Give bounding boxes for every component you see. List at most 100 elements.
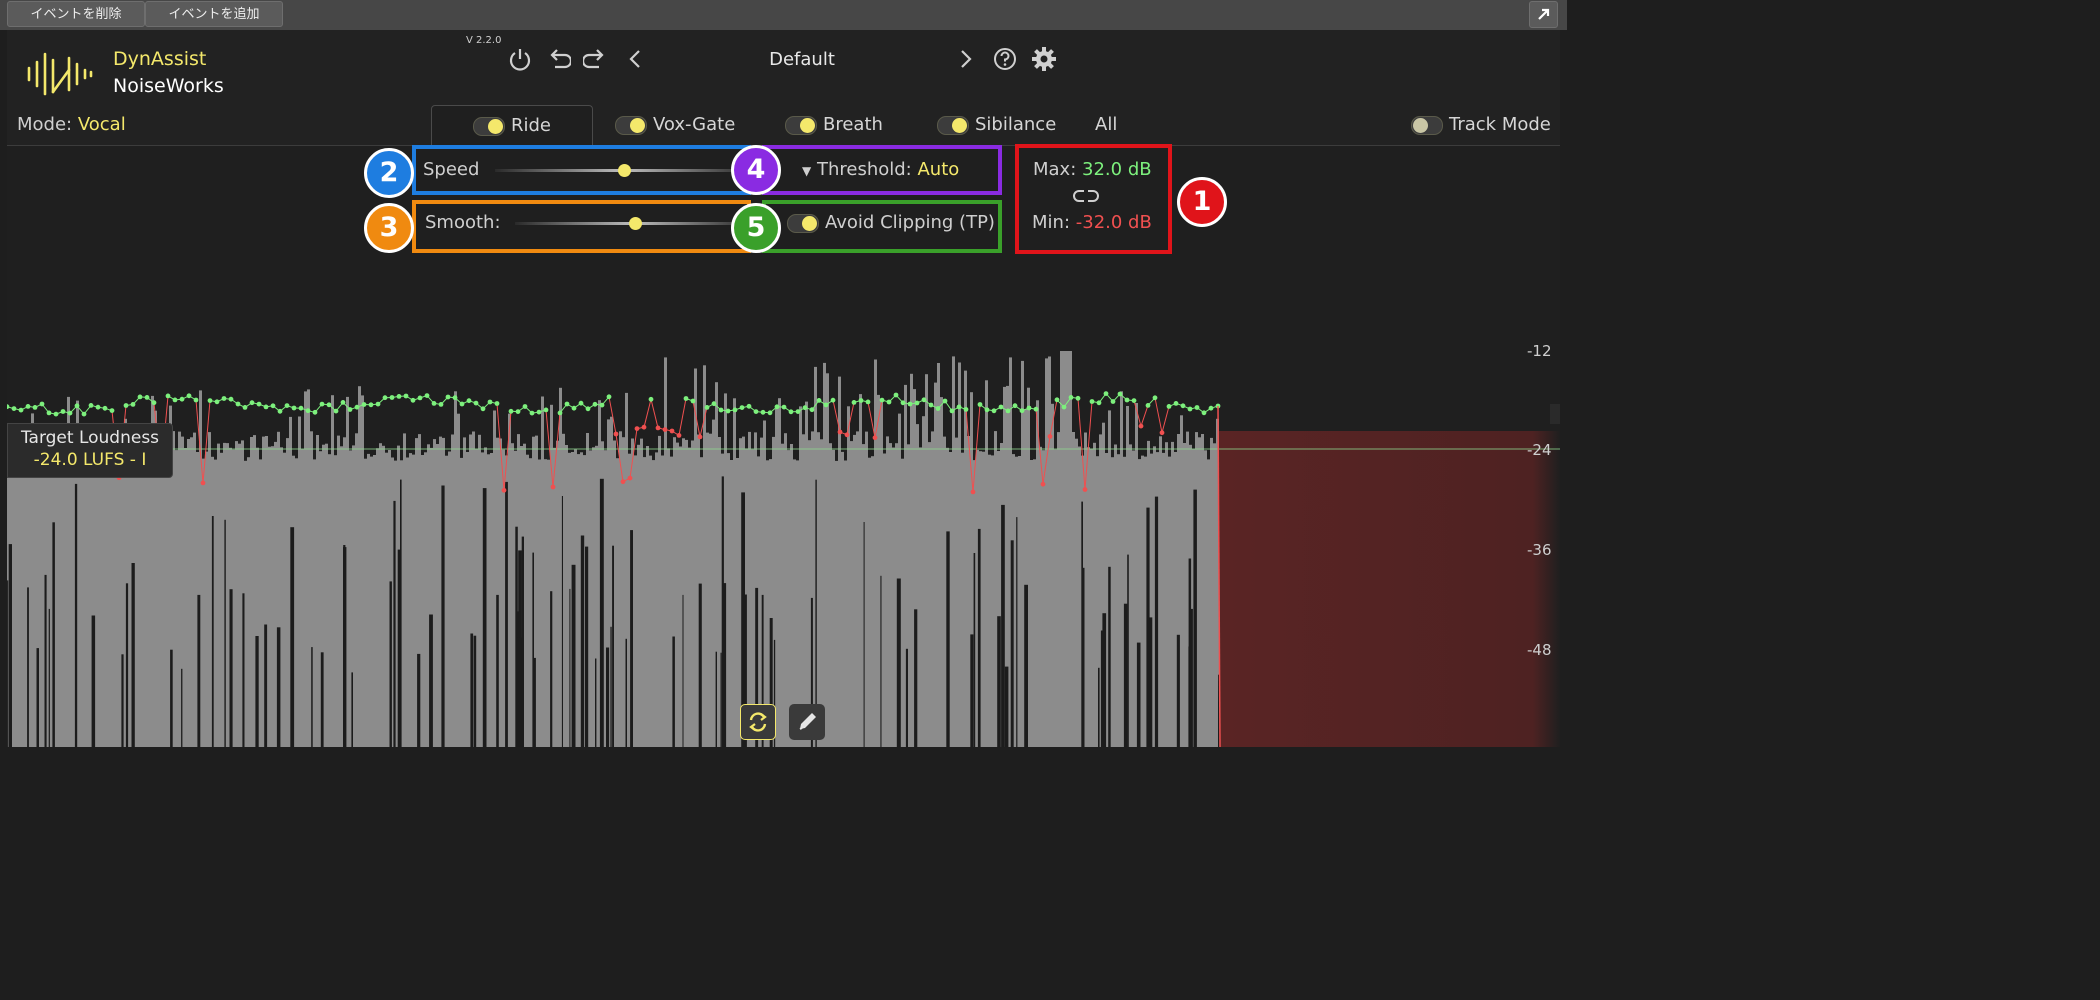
gain-point[interactable] xyxy=(1110,399,1116,404)
gain-point[interactable] xyxy=(1089,399,1095,404)
gain-point[interactable] xyxy=(172,397,178,403)
gain-point[interactable] xyxy=(837,429,843,435)
gain-point[interactable] xyxy=(46,410,52,416)
mode-selector[interactable]: Mode: Vocal xyxy=(17,114,126,135)
gain-point[interactable] xyxy=(1152,395,1158,401)
gain-point[interactable] xyxy=(361,402,367,407)
gain-point[interactable] xyxy=(1180,403,1186,409)
gain-point[interactable] xyxy=(998,404,1004,410)
gain-point[interactable] xyxy=(11,406,17,411)
track-mode-switch[interactable]: Track Mode xyxy=(1411,105,1551,145)
gain-point[interactable] xyxy=(627,475,633,481)
gain-point[interactable] xyxy=(1173,401,1179,406)
gain-point[interactable] xyxy=(774,404,780,410)
gain-point[interactable] xyxy=(81,411,87,417)
gain-point[interactable] xyxy=(690,398,696,404)
gain-point[interactable] xyxy=(480,406,486,412)
gain-point[interactable] xyxy=(466,398,472,404)
gain-point[interactable] xyxy=(697,434,703,440)
gain-point[interactable] xyxy=(410,397,416,403)
gain-point[interactable] xyxy=(1201,410,1207,416)
gain-point[interactable] xyxy=(711,401,717,407)
ride-toggle[interactable] xyxy=(472,116,505,136)
gain-point[interactable] xyxy=(501,487,507,493)
gain-point[interactable] xyxy=(823,402,829,408)
gain-point[interactable] xyxy=(431,401,437,406)
gain-point[interactable] xyxy=(935,406,941,411)
gain-point[interactable] xyxy=(865,399,871,405)
gain-point[interactable] xyxy=(851,400,857,405)
gain-point[interactable] xyxy=(760,409,766,415)
gain-point[interactable] xyxy=(137,394,143,400)
gain-point[interactable] xyxy=(1082,487,1088,492)
gain-point[interactable] xyxy=(977,402,983,407)
tab-sibilance[interactable]: Sibilance xyxy=(937,105,1056,145)
gain-point[interactable] xyxy=(1187,406,1193,412)
gain-point[interactable] xyxy=(1194,405,1200,410)
gain-point[interactable] xyxy=(606,394,612,400)
gain-point[interactable] xyxy=(543,407,549,413)
gain-point[interactable] xyxy=(144,395,150,400)
gain-point[interactable] xyxy=(970,489,976,495)
gain-point[interactable] xyxy=(781,404,787,410)
gain-point[interactable] xyxy=(746,403,752,409)
undo-icon[interactable] xyxy=(545,46,571,72)
gain-point[interactable] xyxy=(893,392,899,398)
gain-point[interactable] xyxy=(732,407,738,413)
gain-point[interactable] xyxy=(389,395,395,400)
gain-point[interactable] xyxy=(487,399,493,405)
gain-point[interactable] xyxy=(123,403,129,408)
gain-point[interactable] xyxy=(221,396,227,401)
gain-point[interactable] xyxy=(109,408,115,413)
gain-point[interactable] xyxy=(991,408,997,414)
gain-point[interactable] xyxy=(767,410,773,416)
gain-point[interactable] xyxy=(1166,404,1172,409)
gain-point[interactable] xyxy=(193,397,199,403)
gain-point[interactable] xyxy=(1117,391,1123,397)
gain-point[interactable] xyxy=(942,398,948,404)
loop-button[interactable] xyxy=(740,704,776,740)
gain-point[interactable] xyxy=(25,404,31,409)
gain-point[interactable] xyxy=(74,403,80,409)
gain-point[interactable] xyxy=(900,400,906,406)
gain-point[interactable] xyxy=(1012,403,1018,409)
gain-point[interactable] xyxy=(53,411,59,417)
gain-point[interactable] xyxy=(620,479,626,485)
gain-point[interactable] xyxy=(858,398,864,403)
gain-point[interactable] xyxy=(830,397,836,403)
gain-point[interactable] xyxy=(1096,400,1102,406)
gain-point[interactable] xyxy=(95,404,101,410)
gain-point[interactable] xyxy=(459,401,465,407)
gain-point[interactable] xyxy=(914,400,920,406)
gain-point[interactable] xyxy=(235,401,241,407)
gain-point[interactable] xyxy=(249,400,255,406)
gain-point[interactable] xyxy=(200,480,206,486)
gain-point[interactable] xyxy=(67,410,73,416)
add-event-button[interactable]: イベントを追加 xyxy=(145,1,283,27)
gain-point[interactable] xyxy=(270,403,276,409)
gain-point[interactable] xyxy=(522,404,528,409)
gain-point[interactable] xyxy=(1068,395,1074,400)
delete-event-button[interactable]: イベントを削除 xyxy=(7,1,145,27)
gain-point[interactable] xyxy=(795,409,801,414)
gain-point[interactable] xyxy=(7,404,10,410)
gain-point[interactable] xyxy=(473,400,479,406)
gain-point[interactable] xyxy=(739,405,745,410)
vox-gate-toggle[interactable] xyxy=(615,115,647,135)
gain-point[interactable] xyxy=(963,407,969,412)
gain-point[interactable] xyxy=(1075,395,1081,401)
gain-point[interactable] xyxy=(228,396,234,402)
gain-point[interactable] xyxy=(417,395,423,401)
gain-point[interactable] xyxy=(571,405,577,411)
gain-point[interactable] xyxy=(165,393,171,399)
gain-point[interactable] xyxy=(256,401,262,407)
gain-point[interactable] xyxy=(928,402,934,408)
gain-point[interactable] xyxy=(298,405,304,411)
gain-point[interactable] xyxy=(207,398,213,403)
gain-point[interactable] xyxy=(151,400,157,406)
gain-point[interactable] xyxy=(907,401,913,407)
sibilance-toggle[interactable] xyxy=(937,115,969,135)
gain-point[interactable] xyxy=(375,401,381,407)
gain-point[interactable] xyxy=(1138,423,1144,429)
gain-point[interactable] xyxy=(536,409,542,415)
